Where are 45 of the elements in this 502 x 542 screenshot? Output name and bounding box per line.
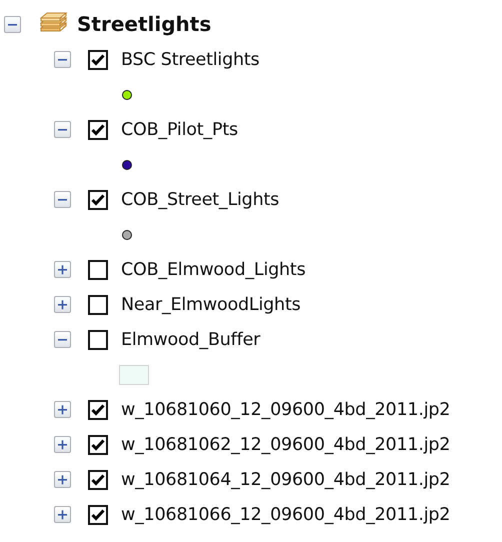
expand-button[interactable] [54, 506, 71, 523]
collapse-button[interactable] [54, 331, 71, 348]
visibility-checkbox[interactable] [88, 330, 108, 350]
visibility-checkbox[interactable] [88, 294, 108, 314]
visibility-checkbox[interactable] [88, 260, 108, 280]
group-layer-name: Streetlights [77, 12, 212, 36]
checkmark-icon [91, 194, 105, 206]
expand-button[interactable] [54, 261, 71, 278]
layer-name: w_10681064_12_09600_4bd_2011.jp2 [121, 470, 450, 490]
collapse-button[interactable] [4, 16, 21, 32]
layer-name: Near_ElmwoodLights [121, 294, 301, 314]
collapse-button[interactable] [54, 51, 71, 68]
plus-icon [57, 404, 68, 415]
expand-button[interactable] [54, 471, 71, 488]
collapse-button[interactable] [54, 121, 71, 138]
checkmark-icon [91, 54, 105, 66]
plus-icon [57, 474, 68, 485]
layer-name: w_10681062_12_09600_4bd_2011.jp2 [121, 434, 450, 454]
visibility-checkbox[interactable] [88, 50, 108, 70]
checkmark-icon [91, 508, 105, 520]
layer-name: w_10681060_12_09600_4bd_2011.jp2 [121, 400, 450, 420]
plus-icon [57, 299, 68, 310]
expand-button[interactable] [54, 436, 71, 453]
checkmark-icon [91, 124, 105, 136]
layer-name: w_10681066_12_09600_4bd_2011.jp2 [121, 504, 450, 524]
layer-name: COB_Street_Lights [121, 190, 280, 210]
expand-button[interactable] [54, 296, 71, 313]
plus-icon [57, 509, 68, 520]
checkmark-icon [91, 438, 105, 450]
layer-name: Elmwood_Buffer [121, 330, 260, 350]
plus-icon [57, 264, 68, 275]
layer-name: COB_Pilot_Pts [121, 120, 238, 140]
checkmark-icon [91, 404, 105, 416]
visibility-checkbox[interactable] [88, 400, 108, 420]
visibility-checkbox[interactable] [88, 120, 108, 140]
layer-name: COB_Elmwood_Lights [121, 260, 306, 280]
visibility-checkbox[interactable] [88, 190, 108, 210]
visibility-checkbox[interactable] [88, 470, 108, 490]
plus-icon [57, 439, 68, 450]
visibility-checkbox[interactable] [88, 434, 108, 454]
checkmark-icon [91, 474, 105, 486]
visibility-checkbox[interactable] [88, 504, 108, 524]
expand-button[interactable] [54, 401, 71, 418]
collapse-button[interactable] [54, 191, 71, 208]
layer-name: BSC Streetlights [121, 50, 260, 70]
